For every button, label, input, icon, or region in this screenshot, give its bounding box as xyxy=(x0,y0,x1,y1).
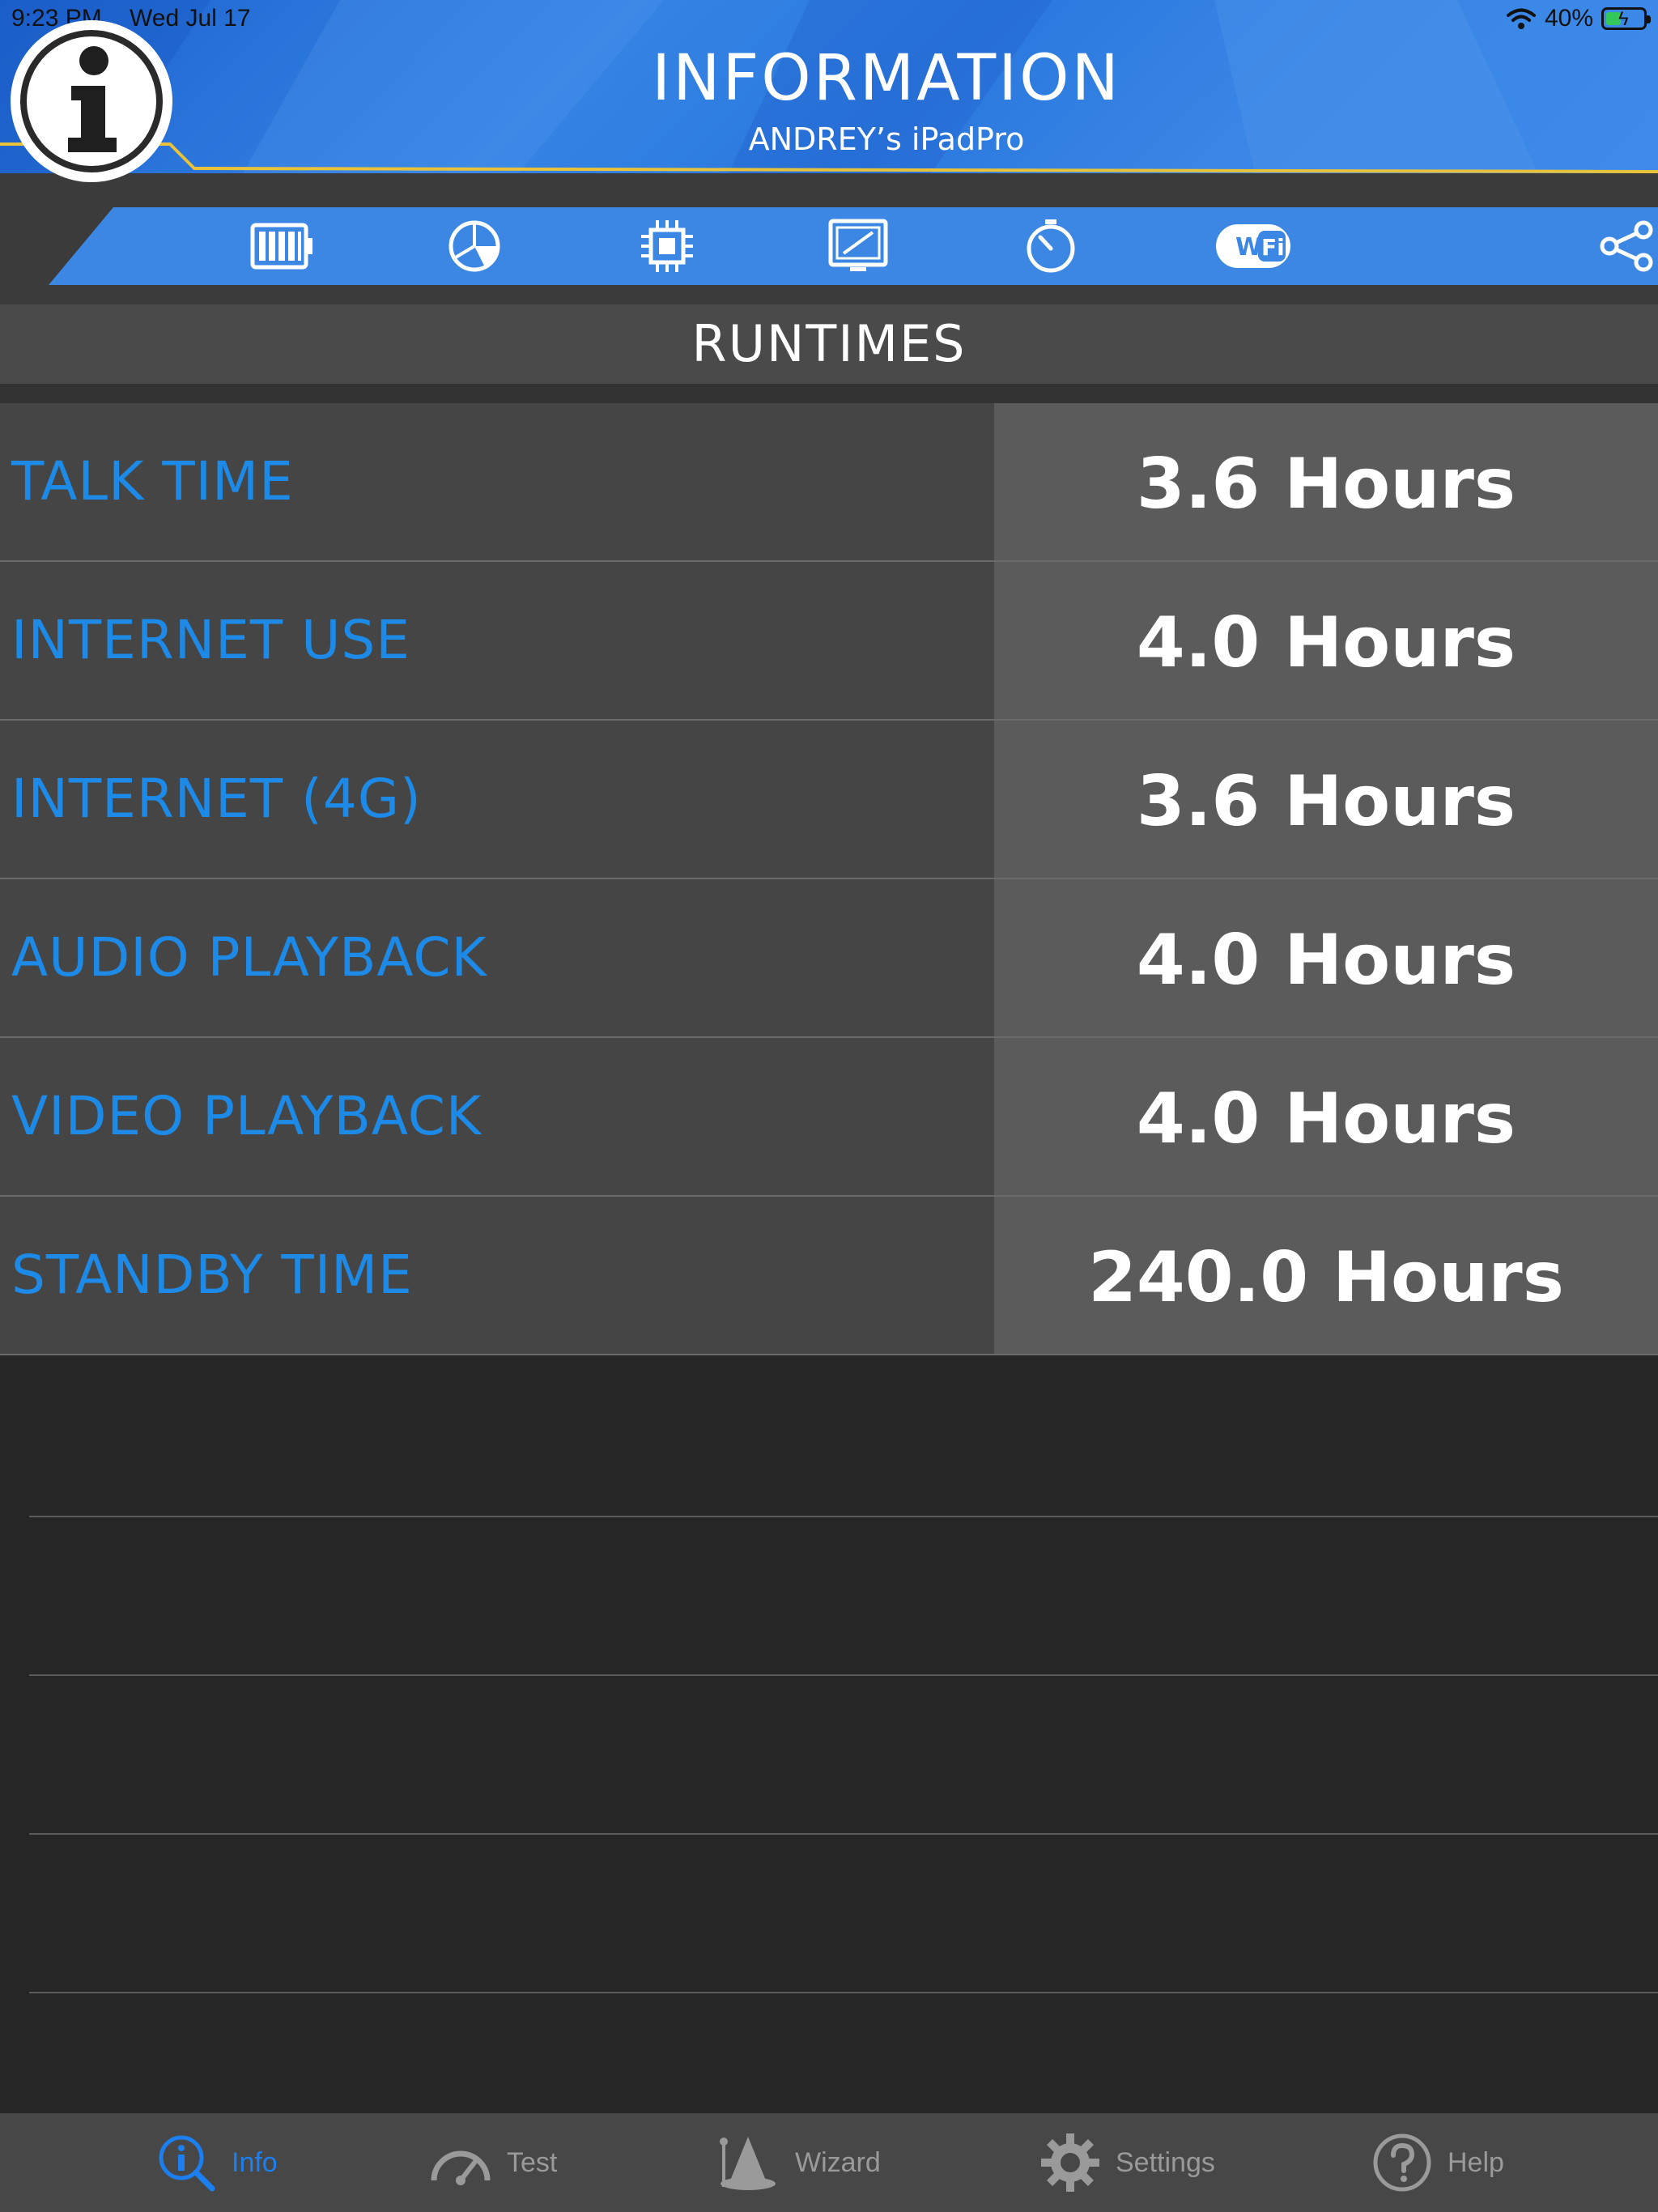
tab-info[interactable]: Info xyxy=(155,2113,278,2212)
tab-label: Info xyxy=(232,2146,278,2178)
empty-row-divider xyxy=(29,1516,1658,1517)
question-icon xyxy=(1373,2133,1431,2192)
pie-chart-icon[interactable] xyxy=(442,217,507,275)
runtime-label: VIDEO PLAYBACK xyxy=(11,1085,483,1147)
status-right: 40% ϟ xyxy=(1506,5,1651,32)
runtime-value: 3.6 Hours xyxy=(1136,761,1516,842)
empty-row-divider xyxy=(29,1992,1658,1993)
runtime-row-internet-4g: INTERNET (4G) 3.6 Hours xyxy=(0,721,1658,879)
tab-label: Settings xyxy=(1116,2146,1215,2178)
runtime-row-talk-time: TALK TIME 3.6 Hours xyxy=(0,403,1658,562)
header-shadow xyxy=(0,173,1658,207)
status-bar: 9:23 PM Wed Jul 17 40% ϟ xyxy=(0,0,1658,39)
wifi-icon[interactable]: Wi Fi xyxy=(1211,217,1295,275)
tab-label: Help xyxy=(1448,2146,1504,2178)
share-icon[interactable] xyxy=(1596,217,1658,275)
runtime-row-standby-time: STANDBY TIME 240.0 Hours xyxy=(0,1197,1658,1355)
runtimes-list: TALK TIME 3.6 Hours INTERNET USE 4.0 Hou… xyxy=(0,403,1658,1355)
runtime-row-audio-playback: AUDIO PLAYBACK 4.0 Hours xyxy=(0,879,1658,1038)
battery-percent: 40% xyxy=(1544,5,1593,32)
charging-bolt-icon: ϟ xyxy=(1618,8,1629,30)
tab-test[interactable]: Test xyxy=(429,2113,557,2212)
tab-label: Test xyxy=(507,2146,558,2178)
runtime-label: INTERNET USE xyxy=(11,609,410,671)
empty-row-divider xyxy=(29,1833,1658,1835)
gear-icon xyxy=(1041,2133,1099,2192)
tab-help[interactable]: Help xyxy=(1371,2113,1504,2212)
timer-icon[interactable] xyxy=(1018,217,1083,275)
wizard-hat-icon xyxy=(720,2137,776,2190)
runtime-value: 4.0 Hours xyxy=(1136,1078,1516,1159)
display-icon[interactable] xyxy=(826,217,891,275)
empty-row-divider xyxy=(29,1674,1658,1676)
tab-wizard[interactable]: Wizard xyxy=(716,2113,881,2212)
section-title: RUNTIMES xyxy=(691,314,967,373)
speedometer-icon xyxy=(431,2150,491,2185)
runtime-label: AUDIO PLAYBACK xyxy=(11,926,487,989)
app-screen: 9:23 PM Wed Jul 17 40% ϟ INFORMATION AND… xyxy=(0,0,1658,2212)
battery-cap xyxy=(1647,15,1651,23)
wifi-signal-icon xyxy=(1506,7,1537,30)
page-title: INFORMATION xyxy=(652,42,1121,115)
svg-text:Fi: Fi xyxy=(1261,234,1285,261)
battery-status-icon: ϟ xyxy=(1601,7,1651,30)
tab-label: Wizard xyxy=(795,2146,881,2178)
info-search-icon xyxy=(159,2135,215,2192)
runtime-row-internet-use: INTERNET USE 4.0 Hours xyxy=(0,562,1658,721)
section-spacer xyxy=(0,384,1658,403)
device-name: ANDREY’s iPadPro xyxy=(748,121,1025,157)
tab-settings[interactable]: Settings xyxy=(1039,2113,1215,2212)
runtime-value: 4.0 Hours xyxy=(1136,920,1516,1001)
runtime-value: 3.6 Hours xyxy=(1136,444,1516,525)
runtime-value: 240.0 Hours xyxy=(1088,1237,1564,1318)
runtime-value: 4.0 Hours xyxy=(1136,602,1516,683)
battery-icon[interactable] xyxy=(249,217,314,275)
runtime-label: INTERNET (4G) xyxy=(11,768,422,830)
runtime-label: STANDBY TIME xyxy=(11,1244,413,1306)
cpu-chip-icon[interactable] xyxy=(635,217,699,275)
runtime-row-video-playback: VIDEO PLAYBACK 4.0 Hours xyxy=(0,1038,1658,1197)
runtime-label: TALK TIME xyxy=(11,450,294,513)
